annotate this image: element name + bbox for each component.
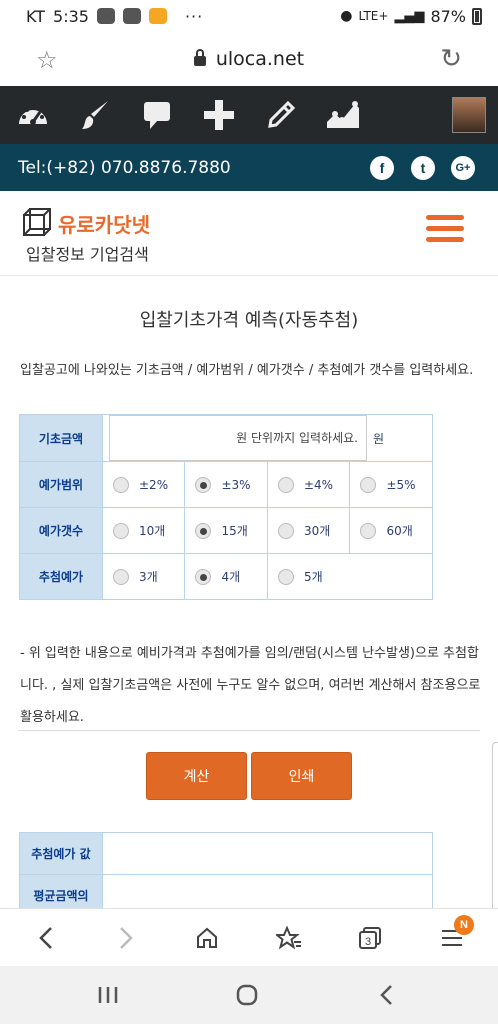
pencil-icon[interactable]	[250, 86, 312, 144]
draw-count-row: 추첨예가 3개 4개 5개	[19, 553, 434, 600]
network-type: LTE+	[358, 9, 389, 23]
contact-bar: Tel:(+82) 070.8876.7880 f t G+	[0, 144, 498, 191]
result-value-draw	[102, 832, 433, 875]
radio-button[interactable]	[277, 568, 294, 585]
battery-icon	[472, 7, 482, 25]
reload-icon[interactable]: ↻	[440, 44, 462, 74]
price-count-option-30[interactable]: 30개	[268, 522, 349, 539]
price-count-option-15[interactable]: 15개	[185, 522, 266, 539]
notice-divider	[18, 730, 480, 731]
notice-text: - 위 입력한 내용으로 예비가격과 추첨예가를 임의/랜덤(시스템 난수발생)…	[20, 646, 481, 725]
price-range-option-5[interactable]: ±5%	[350, 476, 432, 493]
url-text[interactable]: uloca.net	[216, 48, 304, 70]
voicemail-notification-icon	[122, 8, 141, 24]
chart-icon[interactable]	[312, 86, 374, 144]
base-amount-input[interactable]	[109, 415, 367, 461]
radio-button[interactable]	[277, 522, 294, 539]
print-button[interactable]: 인쇄	[251, 752, 352, 800]
site-logo-text[interactable]: 유로카닷넷	[58, 209, 150, 238]
plus-icon[interactable]	[188, 86, 250, 144]
header-divider	[0, 275, 498, 276]
price-range-row: 예가범위 ±2% ±3% ±4% ±5%	[19, 461, 433, 508]
battery-percent: 87%	[430, 6, 466, 26]
more-notifications-icon: ···	[184, 6, 204, 26]
chat-notification-icon	[96, 8, 115, 24]
back-icon[interactable]	[16, 909, 76, 967]
twitter-icon[interactable]: t	[411, 156, 435, 180]
browser-bottom-nav: 3 N	[0, 908, 498, 966]
price-count-option-10[interactable]: 10개	[103, 522, 184, 539]
price-range-label: 예가범위	[19, 461, 103, 508]
lock-icon	[193, 49, 206, 66]
radio-button-selected[interactable]	[195, 522, 212, 539]
radio-button[interactable]	[360, 476, 377, 493]
carrier-label: KT	[26, 6, 46, 26]
result-table: 추첨예가 값 평균금액의	[19, 832, 433, 917]
bookmark-star-icon[interactable]: ☆	[36, 46, 58, 74]
facebook-icon[interactable]: f	[370, 156, 394, 180]
page-title: 입찰기초가격 예측(자동추첨)	[139, 310, 359, 331]
site-header: 유로카닷넷 입찰정보 기업검색	[0, 191, 498, 275]
base-amount-row: 기초금액 원	[19, 414, 433, 462]
tabs-icon[interactable]: 3	[340, 909, 400, 967]
system-back-icon[interactable]	[357, 966, 417, 1024]
site-tagline: 입찰정보 기업검색	[26, 245, 149, 264]
won-unit-label: 원	[373, 431, 385, 446]
intro-text: 입찰공고에 나와있는 기초금액 / 예가범위 / 예가갯수 / 추첨예가 갯수를…	[20, 363, 474, 378]
phone-number[interactable]: Tel:(+82) 070.8876.7880	[18, 158, 231, 178]
base-amount-label: 기초금액	[19, 414, 103, 462]
bookmarks-icon[interactable]	[259, 909, 319, 967]
radio-button[interactable]	[113, 568, 129, 585]
result-label-draw-value: 추첨예가 값	[19, 832, 103, 875]
radio-button[interactable]	[360, 522, 377, 539]
status-bar: KT 5:35 ··· ● LTE+ ▂▄▆ 87%	[0, 0, 498, 32]
home-icon[interactable]	[177, 909, 237, 967]
draw-count-option-4[interactable]: 4개	[185, 568, 266, 585]
radio-button[interactable]	[113, 476, 129, 493]
menu-hamburger-icon[interactable]	[426, 215, 464, 242]
estimate-form-table: 기초금액 원 예가범위 ±2% ±3% ±4% ±5% 예가갯수 10개 15개…	[19, 414, 434, 600]
draw-count-label: 추첨예가	[19, 553, 103, 600]
price-range-option-2[interactable]: ±2%	[103, 476, 184, 493]
price-count-option-60[interactable]: 60개	[350, 522, 432, 539]
brush-icon[interactable]	[64, 86, 126, 144]
forward-icon[interactable]	[96, 909, 156, 967]
recent-apps-icon[interactable]	[78, 966, 138, 1024]
tab-count: 3	[365, 936, 371, 948]
notification-badge: N	[454, 915, 474, 935]
comment-icon[interactable]	[126, 86, 188, 144]
radio-button[interactable]	[277, 476, 294, 493]
site-toolbar	[0, 86, 498, 144]
user-avatar[interactable]	[452, 97, 486, 133]
logo-cube-icon	[23, 208, 51, 236]
home-button-icon[interactable]	[217, 966, 277, 1024]
menu-icon[interactable]: N	[422, 909, 482, 967]
radio-button-selected[interactable]	[195, 568, 212, 585]
google-plus-icon[interactable]: G+	[451, 156, 475, 180]
calculate-button[interactable]: 계산	[146, 752, 247, 800]
price-count-row: 예가갯수 10개 15개 30개 60개	[19, 507, 433, 554]
result-row: 추첨예가 값	[19, 832, 433, 875]
draw-count-option-3[interactable]: 3개	[103, 568, 184, 585]
radio-button[interactable]	[113, 522, 129, 539]
signal-icon: ▂▄▆	[394, 8, 425, 24]
radio-button-selected[interactable]	[195, 476, 212, 493]
clock: 5:35	[53, 6, 89, 26]
url-bar[interactable]: ☆ uloca.net ↻	[0, 32, 498, 86]
price-count-label: 예가갯수	[19, 507, 103, 554]
app-notification-icon	[148, 8, 167, 24]
location-icon: ●	[340, 8, 353, 24]
price-range-option-4[interactable]: ±4%	[268, 476, 349, 493]
draw-count-option-5[interactable]: 5개	[268, 568, 432, 585]
price-range-option-3[interactable]: ±3%	[185, 476, 266, 493]
dashboard-icon[interactable]	[2, 86, 64, 144]
android-nav-bar	[0, 966, 498, 1024]
